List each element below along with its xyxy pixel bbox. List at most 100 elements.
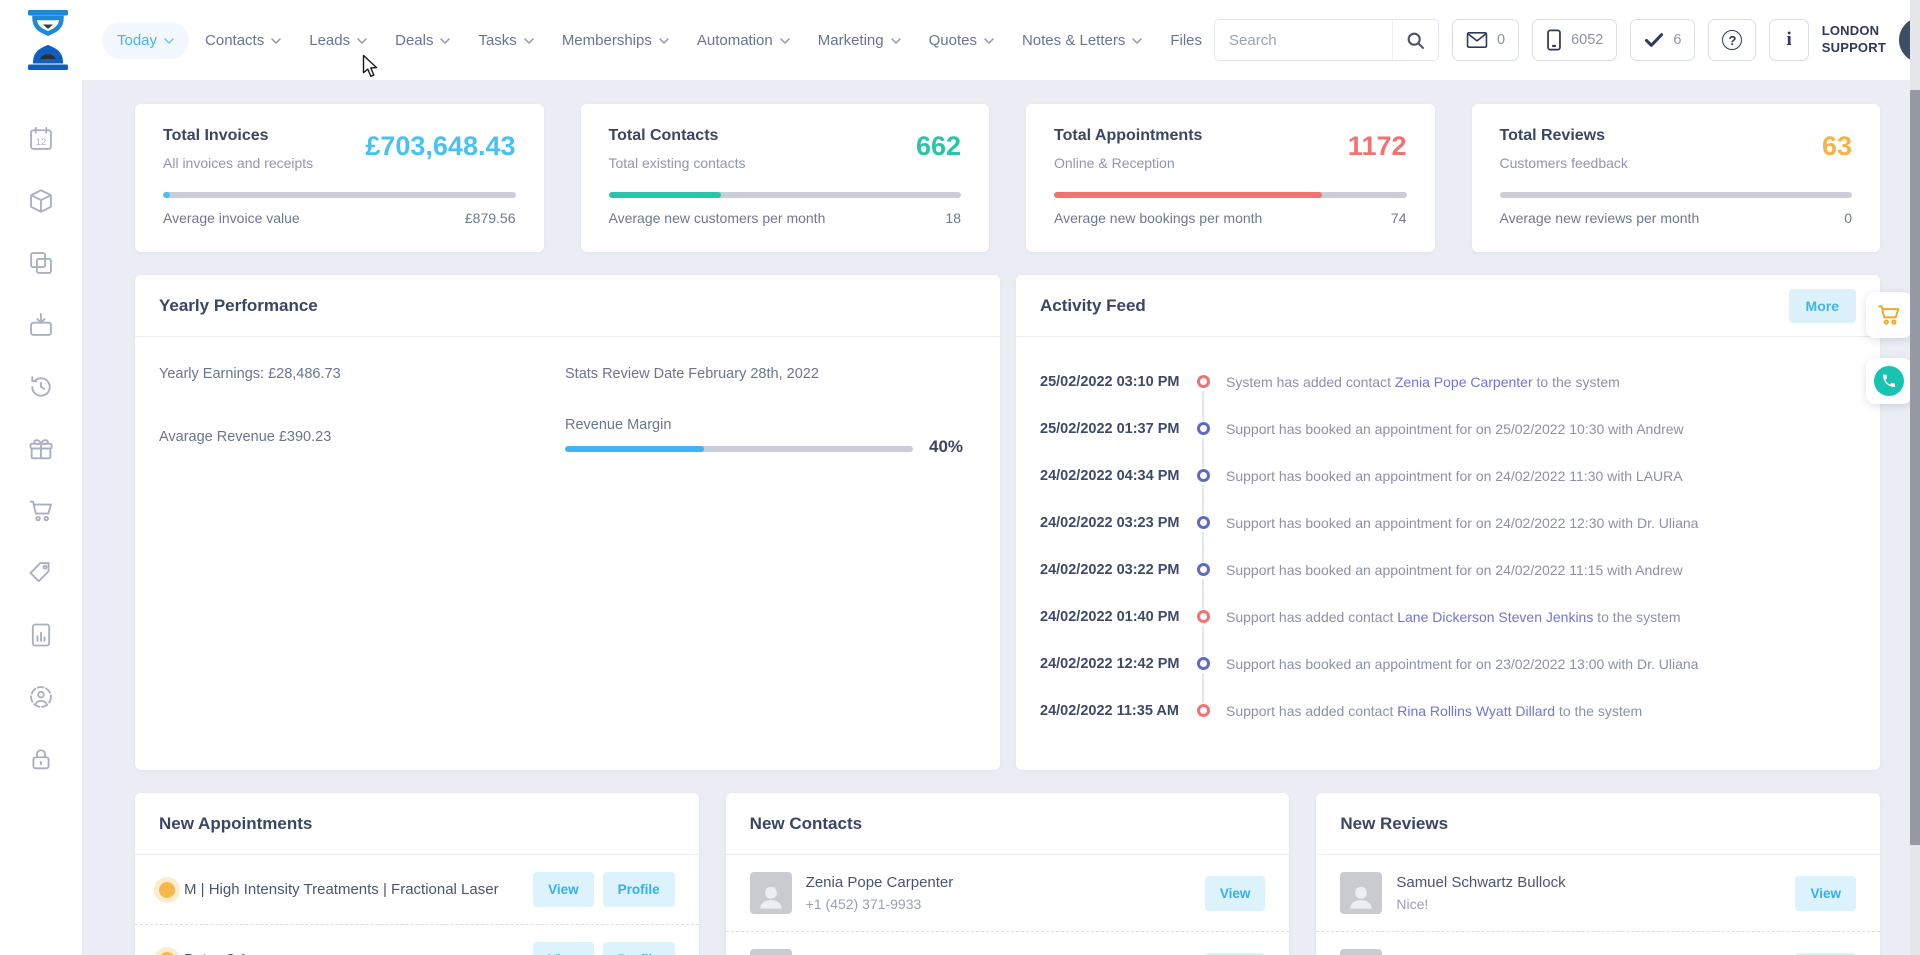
- stat-footer-label: Average new bookings per month: [1054, 210, 1262, 226]
- status-dot: [159, 882, 175, 898]
- person-placeholder-icon: [754, 880, 788, 914]
- stat-value: 1172: [1348, 131, 1407, 171]
- contact-link[interactable]: Rina Rollins Wyatt Dillard: [1397, 703, 1555, 719]
- sidebar-item-shop[interactable]: [26, 496, 56, 526]
- activity-text: Support has added contact Lane Dickerson…: [1226, 609, 1681, 625]
- view-button[interactable]: View: [1795, 876, 1856, 911]
- phone-button[interactable]: 6052: [1532, 19, 1617, 61]
- nav-item-label: Marketing: [818, 32, 884, 49]
- sidebar-item-duplicates[interactable]: [26, 248, 56, 278]
- nav-item[interactable]: Today: [102, 22, 189, 59]
- nav-item[interactable]: Memberships: [550, 22, 681, 59]
- info-icon: i: [1783, 29, 1794, 51]
- lock-icon: [27, 745, 55, 773]
- sidebar-item-gifts[interactable]: [26, 434, 56, 464]
- stat-progress-track: [609, 192, 962, 198]
- activity-timestamp: 24/02/2022 04:34 PM: [1040, 468, 1188, 484]
- stat-title: Total Appointments: [1054, 127, 1202, 145]
- cart-icon: [1876, 302, 1902, 328]
- history-icon: [27, 373, 55, 401]
- tasks-button[interactable]: 6: [1630, 19, 1695, 61]
- nav-item[interactable]: Leads: [297, 22, 379, 59]
- info-button[interactable]: i: [1769, 19, 1808, 61]
- search-button[interactable]: [1392, 20, 1438, 60]
- user-location-line1: LONDON: [1822, 23, 1886, 40]
- activity-text-pre: Support has booked an appointment for on…: [1226, 562, 1683, 578]
- contact-link[interactable]: Lane Dickerson Steven Jenkins: [1397, 609, 1593, 625]
- revenue-margin-track: [565, 446, 913, 452]
- yearly-earnings: Yearly Earnings: £28,486.73: [159, 366, 341, 382]
- sidebar-item-referrals[interactable]: [26, 682, 56, 712]
- nav-item[interactable]: Quotes: [917, 22, 1006, 59]
- nav-item[interactable]: Notes & Letters: [1010, 22, 1154, 59]
- view-button[interactable]: View: [1205, 876, 1266, 911]
- review-comment: Nice!: [1396, 896, 1786, 912]
- activity-text: Support has booked an appointment for on…: [1226, 421, 1684, 437]
- nav-item[interactable]: Contacts: [193, 22, 293, 59]
- search-icon: [1405, 30, 1426, 51]
- help-icon: ?: [1722, 30, 1742, 50]
- timeline-column: [1188, 405, 1218, 452]
- nav-item[interactable]: Files: [1158, 22, 1214, 59]
- contact-link[interactable]: Zenia Pope Carpenter: [1395, 374, 1533, 390]
- scrollbar-thumb[interactable]: [1910, 90, 1920, 845]
- chevron-down-icon: [659, 38, 669, 44]
- sidebar-item-calendar[interactable]: 12: [26, 124, 56, 154]
- appointment-text: M | High Intensity Treatments | Fraction…: [184, 881, 524, 898]
- search-input[interactable]: [1215, 32, 1392, 49]
- sidebar-item-vouchers[interactable]: [26, 558, 56, 588]
- activity-feed-title: Activity Feed: [1040, 296, 1146, 316]
- nav-item[interactable]: Tasks: [466, 22, 545, 59]
- page-scrollbar[interactable]: [1910, 0, 1920, 955]
- activity-text-pre: Support has booked an appointment for on…: [1226, 656, 1698, 672]
- nav-item-label: Automation: [697, 32, 773, 49]
- sidebar-item-orders[interactable]: [26, 310, 56, 340]
- more-button[interactable]: More: [1789, 289, 1856, 323]
- activity-entry: 24/02/2022 03:23 PM Support has booked a…: [1040, 499, 1856, 546]
- nav-item-label: Leads: [309, 32, 350, 49]
- call-widget-button[interactable]: [1866, 358, 1912, 404]
- new-contacts-list: Zenia Pope Carpenter +1 (452) 371-9933 V…: [726, 855, 1290, 955]
- mail-button[interactable]: 0: [1452, 19, 1519, 61]
- profile-button[interactable]: Profile: [603, 942, 675, 955]
- chevron-down-icon: [780, 38, 790, 44]
- sidebar-item-history[interactable]: [26, 372, 56, 402]
- chevron-down-icon: [1132, 38, 1142, 44]
- nav-item[interactable]: Automation: [685, 22, 802, 59]
- new-appointments-list: M | High Intensity Treatments | Fraction…: [135, 855, 699, 955]
- revenue-margin-label: Revenue Margin: [565, 417, 671, 433]
- mail-count: 0: [1497, 32, 1505, 48]
- view-button[interactable]: View: [533, 942, 594, 955]
- activity-text-post: to the system: [1555, 703, 1642, 719]
- activity-text: Support has booked an appointment for on…: [1226, 656, 1698, 672]
- view-button[interactable]: View: [533, 872, 594, 907]
- chevron-down-icon: [164, 38, 174, 44]
- contact-avatar: [750, 949, 792, 955]
- timeline-dot: [1197, 704, 1210, 717]
- stat-title: Total Reviews: [1500, 127, 1628, 145]
- stat-progress-fill: [609, 192, 722, 198]
- help-button[interactable]: ?: [1708, 19, 1756, 61]
- timeline-dot: [1197, 516, 1210, 529]
- activity-text: System has added contact Zenia Pope Carp…: [1226, 374, 1620, 390]
- sidebar-item-security[interactable]: [26, 744, 56, 774]
- sidebar-item-reports[interactable]: [26, 620, 56, 650]
- timeline-dot: [1197, 563, 1210, 576]
- svg-text:12: 12: [36, 137, 46, 147]
- nav-item-label: Notes & Letters: [1022, 32, 1125, 49]
- stat-value: 63: [1822, 131, 1852, 171]
- app-logo[interactable]: [22, 10, 74, 70]
- stat-progress-fill: [163, 192, 170, 198]
- sidebar-item-products[interactable]: [26, 186, 56, 216]
- stat-footer-label: Average invoice value: [163, 210, 300, 226]
- stat-progress-track: [1500, 192, 1853, 198]
- stats-review-date: Stats Review Date February 28th, 2022: [565, 366, 819, 382]
- activity-entry: 24/02/2022 04:34 PM Support has booked a…: [1040, 452, 1856, 499]
- shop-widget-button[interactable]: [1866, 292, 1912, 338]
- nav-item[interactable]: Marketing: [806, 22, 913, 59]
- stat-subtitle: Customers feedback: [1500, 155, 1628, 171]
- timeline-column: [1188, 640, 1218, 687]
- nav-item[interactable]: Deals: [383, 22, 462, 59]
- timeline-column: [1188, 546, 1218, 593]
- profile-button[interactable]: Profile: [603, 872, 675, 907]
